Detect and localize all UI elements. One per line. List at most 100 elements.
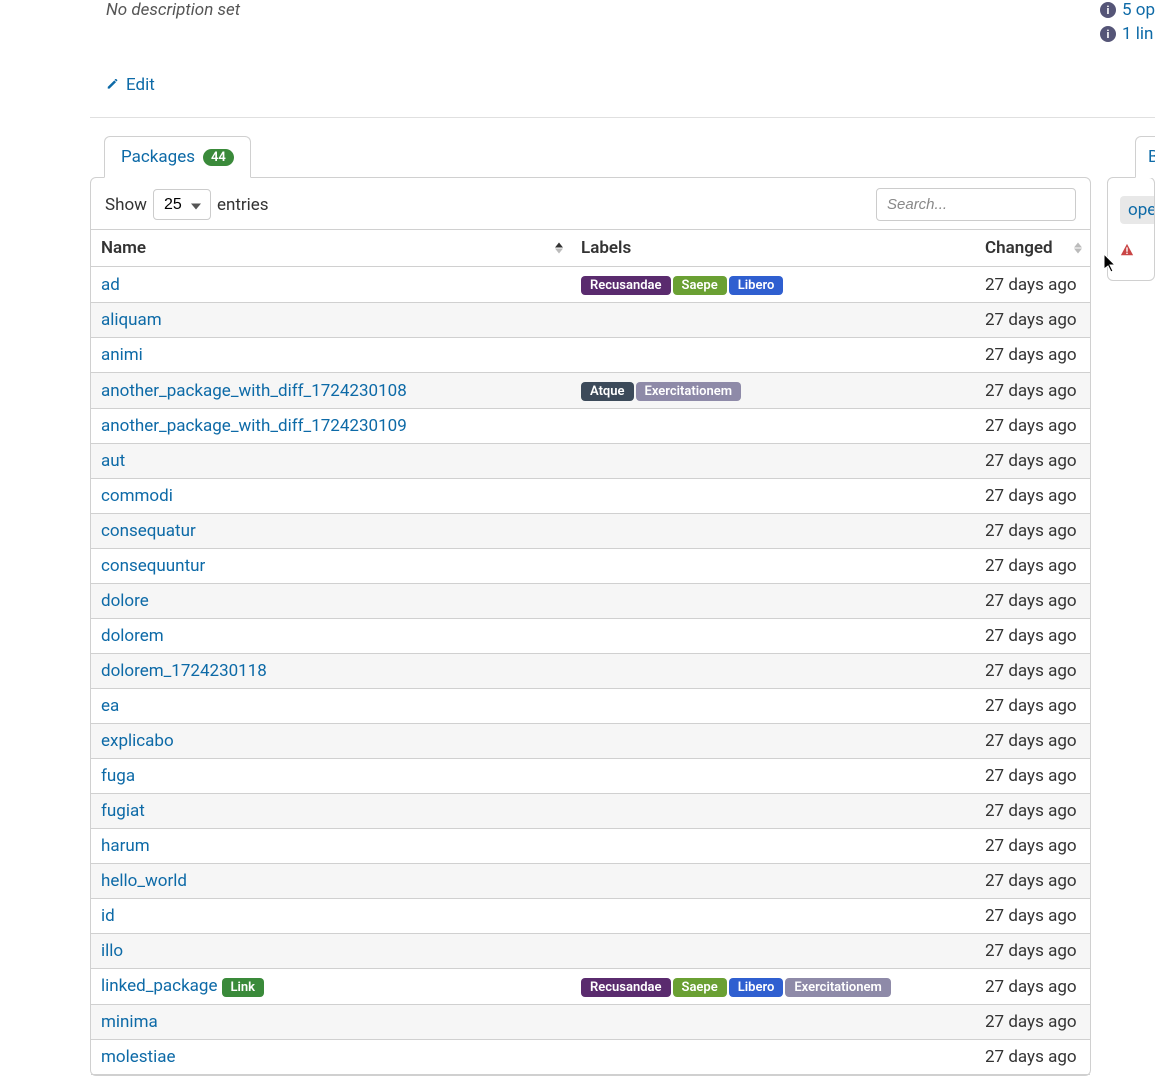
changed-value: 27 days ago [975,689,1090,724]
changed-value: 27 days ago [975,969,1090,1005]
table-row: harum 27 days ago [91,829,1090,864]
changed-value: 27 days ago [975,864,1090,899]
label-badge[interactable]: Saepe [673,978,727,997]
table-row: minima 27 days ago [91,1005,1090,1040]
package-link[interactable]: fugiat [101,801,145,821]
table-row: another_package_with_diff_1724230109 27 d… [91,409,1090,444]
table-row: molestiae 27 days ago [91,1040,1090,1075]
package-link[interactable]: commodi [101,486,173,506]
table-row: dolorem_1724230118 27 days ago [91,654,1090,689]
sort-icon [1074,243,1082,254]
package-link[interactable]: fuga [101,766,135,786]
changed-value: 27 days ago [975,934,1090,969]
package-link[interactable]: explicabo [101,731,174,751]
changed-value: 27 days ago [975,1040,1090,1075]
changed-value: 27 days ago [975,549,1090,584]
table-row: illo 27 days ago [91,934,1090,969]
link-badge: Link [222,978,265,997]
package-link[interactable]: molestiae [101,1047,175,1067]
changed-value: 27 days ago [975,619,1090,654]
package-link[interactable]: minima [101,1012,158,1032]
right-panel-item[interactable]: ope [1120,196,1154,224]
changed-value: 27 days ago [975,584,1090,619]
package-link[interactable]: animi [101,345,143,365]
package-link[interactable]: hello_world [101,871,187,891]
package-link[interactable]: another_package_with_diff_1724230108 [101,381,407,401]
entries-label: entries [217,195,269,215]
changed-value: 27 days ago [975,267,1090,303]
package-link[interactable]: id [101,906,115,926]
column-labels[interactable]: Labels [571,230,975,267]
package-link[interactable]: dolore [101,591,149,611]
package-link[interactable]: another_package_with_diff_1724230109 [101,416,407,436]
table-row: ea 27 days ago [91,689,1090,724]
label-badge[interactable]: Recusandae [581,276,671,295]
info-icon: i [1100,26,1116,42]
label-badge[interactable]: Libero [729,276,784,295]
edit-icon [106,78,120,92]
changed-value: 27 days ago [975,479,1090,514]
changed-value: 27 days ago [975,829,1090,864]
package-link[interactable]: ea [101,696,119,716]
table-row: consequuntur 27 days ago [91,549,1090,584]
column-changed[interactable]: Changed [975,230,1090,267]
label-badge[interactable]: Recusandae [581,978,671,997]
package-link[interactable]: aliquam [101,310,162,330]
changed-value: 27 days ago [975,303,1090,338]
package-link[interactable]: dolorem [101,626,164,646]
changed-value: 27 days ago [975,1005,1090,1040]
changed-value: 27 days ago [975,514,1090,549]
changed-value: 27 days ago [975,338,1090,373]
table-row: fuga 27 days ago [91,759,1090,794]
label-badge[interactable]: Exercitationem [636,382,742,401]
table-row: aut 27 days ago [91,444,1090,479]
project-description: No description set [106,0,1139,20]
package-link[interactable]: ad [101,275,120,295]
label-badge[interactable]: Atque [581,382,634,401]
edit-label: Edit [126,75,155,95]
changed-value: 27 days ago [975,759,1090,794]
side-info-open[interactable]: i 5 op [1100,0,1155,20]
package-link[interactable]: dolorem_1724230118 [101,661,267,681]
package-link[interactable]: illo [101,941,123,961]
table-row: fugiat 27 days ago [91,794,1090,829]
table-row: dolorem 27 days ago [91,619,1090,654]
changed-value: 27 days ago [975,373,1090,409]
info-icon: i [1100,2,1116,18]
edit-link[interactable]: Edit [106,75,155,95]
package-link[interactable]: linked_package [101,976,218,996]
side-info-link[interactable]: i 1 lin [1100,24,1155,44]
changed-value: 27 days ago [975,444,1090,479]
package-link[interactable]: harum [101,836,150,856]
tab-packages-label: Packages [121,147,195,167]
table-row: commodi 27 days ago [91,479,1090,514]
entries-select[interactable]: 25 [153,189,211,220]
label-badge[interactable]: Saepe [673,276,727,295]
table-row: consequatur 27 days ago [91,514,1090,549]
package-link[interactable]: aut [101,451,125,471]
tab-build[interactable]: Bu [1135,136,1155,178]
table-row: dolore 27 days ago [91,584,1090,619]
changed-value: 27 days ago [975,409,1090,444]
package-link[interactable]: consequuntur [101,556,205,576]
table-row: another_package_with_diff_1724230108 Atqu… [91,373,1090,409]
table-row: aliquam 27 days ago [91,303,1090,338]
tab-packages[interactable]: Packages 44 [104,136,251,178]
changed-value: 27 days ago [975,794,1090,829]
table-row: explicabo 27 days ago [91,724,1090,759]
package-link[interactable]: consequatur [101,521,196,541]
label-badge[interactable]: Libero [729,978,784,997]
label-badge[interactable]: Exercitationem [785,978,891,997]
warning-icon [1120,242,1134,261]
changed-value: 27 days ago [975,724,1090,759]
sort-icon [555,243,563,254]
changed-value: 27 days ago [975,899,1090,934]
column-name[interactable]: Name [91,230,571,267]
table-row: animi 27 days ago [91,338,1090,373]
table-row: ad RecusandaeSaepeLibero 27 days ago [91,267,1090,303]
search-input[interactable] [876,188,1076,221]
table-row: id 27 days ago [91,899,1090,934]
tab-packages-count: 44 [203,149,234,166]
show-label: Show [105,195,147,215]
changed-value: 27 days ago [975,654,1090,689]
